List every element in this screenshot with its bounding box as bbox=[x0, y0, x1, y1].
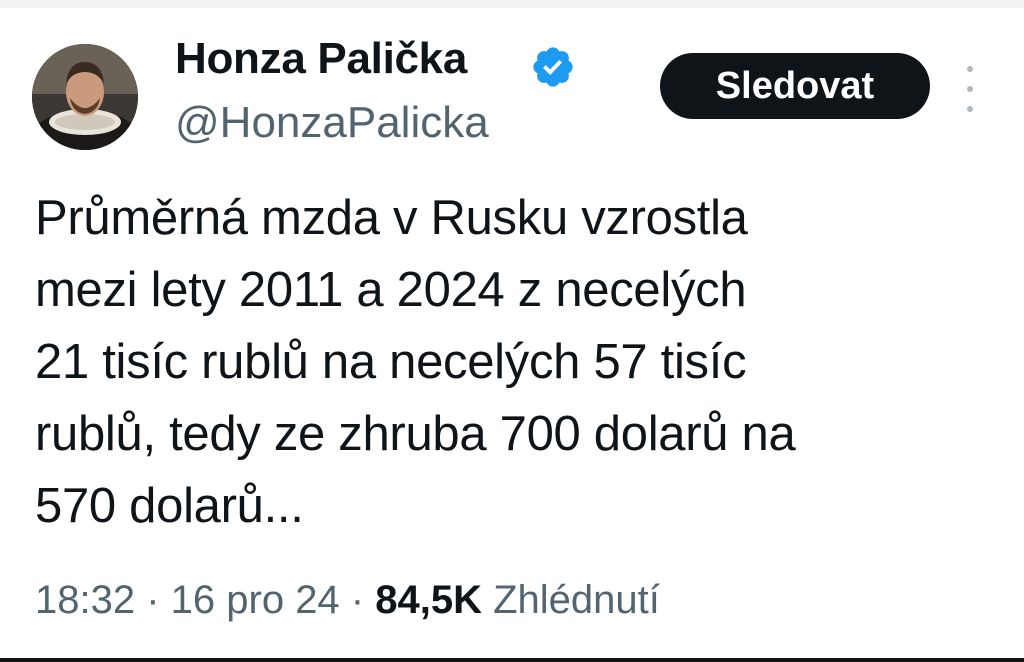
tweet-text-line: 21 tisíc rublů na necelých 57 tisíc bbox=[35, 335, 747, 389]
views-count: 84,5K bbox=[375, 578, 482, 622]
follow-button[interactable]: Sledovat bbox=[660, 53, 930, 119]
more-options-icon[interactable] bbox=[958, 66, 982, 112]
meta-separator: · bbox=[339, 578, 376, 622]
avatar[interactable] bbox=[32, 44, 138, 150]
tweet-meta: 18:32 · 16 pro 24 · 84,5K Zhlédnutí bbox=[35, 578, 660, 623]
tweet-text: Průměrná mzda v Rusku vzrostla mezi lety… bbox=[35, 182, 995, 542]
views-label: Zhlédnutí bbox=[493, 578, 660, 622]
more-dot bbox=[967, 106, 973, 112]
more-dot bbox=[967, 86, 973, 92]
author-handle[interactable]: @HonzaPalicka bbox=[175, 98, 489, 148]
more-dot bbox=[967, 66, 973, 72]
avatar-portrait bbox=[32, 44, 138, 150]
meta-separator: · bbox=[135, 578, 171, 622]
tweet-text-line: mezi lety 2011 a 2024 z necelých bbox=[35, 263, 747, 317]
tweet-text-line: Průměrná mzda v Rusku vzrostla bbox=[35, 191, 748, 245]
verified-badge-icon bbox=[530, 44, 576, 90]
top-divider bbox=[0, 0, 1024, 8]
tweet-text-line: rublů, tedy ze zhruba 700 dolarů na bbox=[35, 407, 796, 461]
tweet-time[interactable]: 18:32 bbox=[35, 578, 135, 622]
bottom-divider bbox=[0, 658, 1024, 662]
tweet-date[interactable]: 16 pro 24 bbox=[171, 578, 340, 622]
tweet-text-line: 570 dolarů... bbox=[35, 479, 304, 533]
author-display-name[interactable]: Honza Palička bbox=[175, 34, 467, 84]
